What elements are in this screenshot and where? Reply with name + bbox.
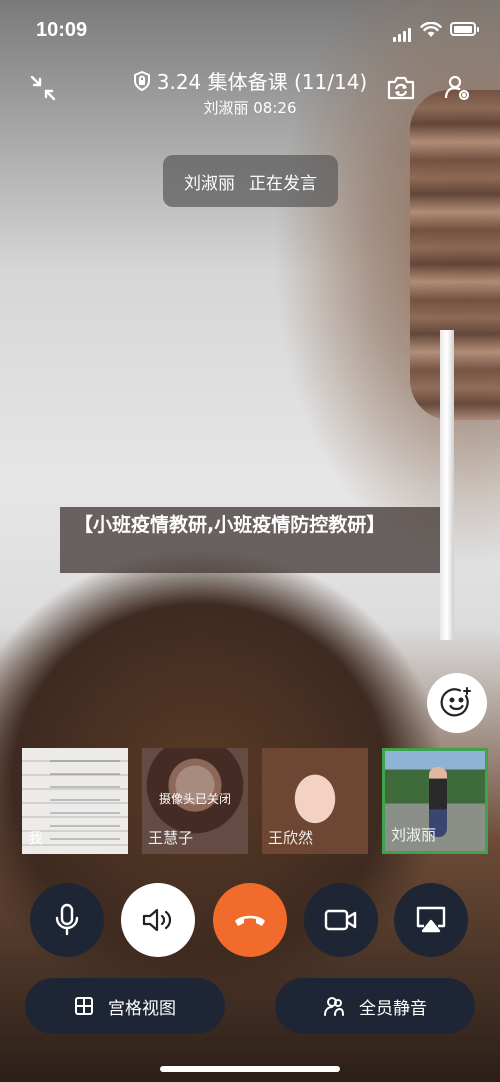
participant-name: 王欣然	[268, 829, 314, 847]
grid-icon	[75, 997, 93, 1015]
grid-view-button[interactable]: 宫格视图	[25, 978, 225, 1034]
home-indicator[interactable]	[160, 1066, 340, 1072]
speaker-button[interactable]	[121, 883, 195, 957]
wifi-icon	[420, 21, 442, 42]
status-time: 10:09	[36, 19, 88, 41]
active-speaker-toast: 刘淑丽 正在发言	[163, 155, 338, 207]
caption-overlay: 【小班疫情教研,小班疫情防控教研】	[60, 507, 440, 573]
participant-name: 刘淑丽	[391, 826, 437, 844]
video-camera-icon	[324, 909, 357, 931]
hang-up-button[interactable]	[213, 883, 287, 957]
meeting-title: 3.24 集体备课 (11/14)	[156, 70, 368, 94]
minimize-icon[interactable]	[25, 70, 61, 106]
participant-tile[interactable]: 我	[22, 748, 128, 854]
hang-up-icon	[235, 915, 265, 926]
speaker-status: 正在发言	[249, 173, 317, 194]
grid-view-label: 宫格视图	[108, 998, 176, 1019]
participant-tile-active[interactable]: 刘淑丽	[382, 748, 488, 854]
participant-name: 王慧子	[148, 829, 194, 847]
video-button[interactable]	[304, 883, 378, 957]
meeting-subtitle: 刘淑丽 08:26	[203, 99, 297, 117]
microphone-icon	[55, 903, 79, 936]
camera-off-label: 摄像头已关闭	[158, 792, 231, 806]
background-pipe	[440, 330, 454, 640]
smile-sparkle-icon	[440, 687, 471, 717]
screen-share-button[interactable]	[394, 883, 468, 957]
microphone-button[interactable]	[30, 883, 104, 957]
notebook-image	[50, 752, 120, 848]
user-settings-icon[interactable]	[440, 70, 476, 106]
signal-icon	[393, 23, 413, 42]
mute-all-icon	[324, 997, 344, 1016]
participant-tile[interactable]: 摄像头已关闭 王慧子	[142, 748, 248, 854]
screen-share-icon	[416, 906, 446, 933]
meeting-title-block: 3.24 集体备课 (11/14) 刘淑丽 08:26	[120, 66, 380, 118]
speaker-name: 刘淑丽	[184, 173, 235, 194]
camera-flip-icon[interactable]	[383, 70, 419, 106]
speaker-icon	[142, 908, 172, 932]
background-curtain	[410, 90, 500, 420]
meeting-header: 3.24 集体备课 (11/14) 刘淑丽 08:26	[0, 62, 500, 122]
participant-tile[interactable]: 王欣然	[262, 748, 368, 854]
battery-icon	[450, 22, 479, 36]
mute-all-button[interactable]: 全员静音	[275, 978, 475, 1034]
status-bar: 10:09	[0, 0, 500, 60]
beauty-filter-button[interactable]	[427, 673, 487, 733]
participant-strip: 我 摄像头已关闭 王慧子 王欣然 刘淑丽	[22, 748, 488, 854]
mute-all-label: 全员静音	[359, 998, 427, 1019]
participant-name: 我	[28, 829, 44, 847]
lock-icon	[133, 70, 150, 91]
